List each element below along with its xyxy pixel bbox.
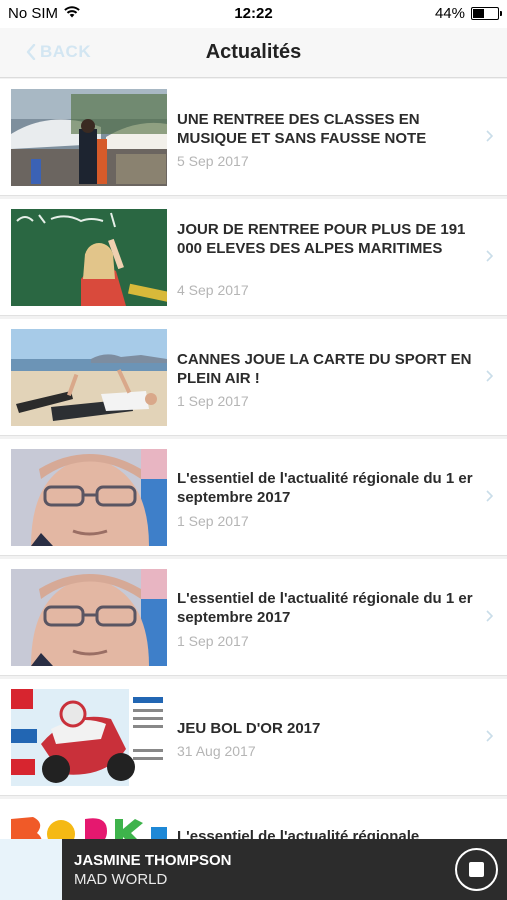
chevron-right-icon (486, 609, 494, 627)
news-thumbnail-child-chalkboard (11, 209, 167, 306)
player-track: MAD WORLD (74, 871, 168, 888)
news-date: 1 Sep 2017 (177, 393, 249, 409)
chevron-right-icon (486, 369, 494, 387)
stop-icon (469, 862, 484, 877)
news-thumbnail-beach-exercise (11, 329, 167, 426)
news-date: 4 Sep 2017 (177, 282, 249, 298)
news-thumbnail-man-portrait (11, 569, 167, 666)
news-title: L'essentiel de l'actualité régionale (177, 828, 420, 839)
battery-icon (471, 7, 502, 20)
chevron-right-icon (486, 249, 494, 267)
news-thumbnail-back-to-school-letters (11, 809, 167, 839)
news-title: UNE RENTREE DES CLASSES EN MUSIQUE ET SA… (177, 111, 427, 147)
news-item[interactable]: L'essentiel de l'actualité régionale du … (0, 559, 507, 676)
status-bar: No SIM 12:22 44% (0, 0, 507, 28)
news-list[interactable]: UNE RENTREE DES CLASSES EN MUSIQUE ET SA… (0, 79, 507, 839)
navigation-bar: BACK Actualités (0, 28, 507, 78)
player-artist: JASMINE THOMPSON (74, 852, 232, 869)
news-item[interactable]: JEU BOL D'OR 2017 31 Aug 2017 (0, 679, 507, 796)
news-title: CANNES JOUE LA CARTE DU SPORT EN PLEIN A… (177, 351, 472, 387)
news-date: 5 Sep 2017 (177, 153, 249, 169)
chevron-right-icon (486, 489, 494, 507)
news-date: 31 Aug 2017 (177, 743, 256, 759)
news-date: 1 Sep 2017 (177, 513, 249, 529)
battery-percent: 44% (434, 5, 465, 22)
stop-button[interactable] (455, 848, 498, 891)
news-date: 1 Sep 2017 (177, 633, 249, 649)
news-item[interactable]: JOUR DE RENTREE POUR PLUS DE 191 000 ELE… (0, 199, 507, 316)
status-time: 12:22 (234, 5, 273, 22)
status-right: 44% (434, 5, 502, 22)
page-title: Actualités (205, 41, 302, 63)
battery-fill (473, 9, 485, 18)
news-item[interactable]: CANNES JOUE LA CARTE DU SPORT EN PLEIN A… (0, 319, 507, 436)
news-item[interactable]: UNE RENTREE DES CLASSES EN MUSIQUE ET SA… (0, 79, 507, 196)
now-playing-bar[interactable]: JASMINE THOMPSON MAD WORLD (0, 839, 507, 900)
news-thumbnail-motorbike-race (11, 689, 167, 786)
album-art (0, 839, 62, 900)
news-thumbnail-man-portrait (11, 449, 167, 546)
chevron-right-icon (486, 129, 494, 147)
news-item[interactable]: L'essentiel de l'actualité régionale du … (0, 439, 507, 556)
news-item[interactable]: L'essentiel de l'actualité régionale (0, 799, 507, 839)
news-title: JEU BOL D'OR 2017 (177, 720, 321, 737)
news-title: JOUR DE RENTREE POUR PLUS DE 191 000 ELE… (177, 221, 466, 257)
chevron-right-icon (486, 729, 494, 747)
news-thumbnail-stage-performer (11, 89, 167, 186)
news-title: L'essentiel de l'actualité régionale du … (177, 590, 473, 626)
news-title: L'essentiel de l'actualité régionale du … (177, 470, 473, 506)
